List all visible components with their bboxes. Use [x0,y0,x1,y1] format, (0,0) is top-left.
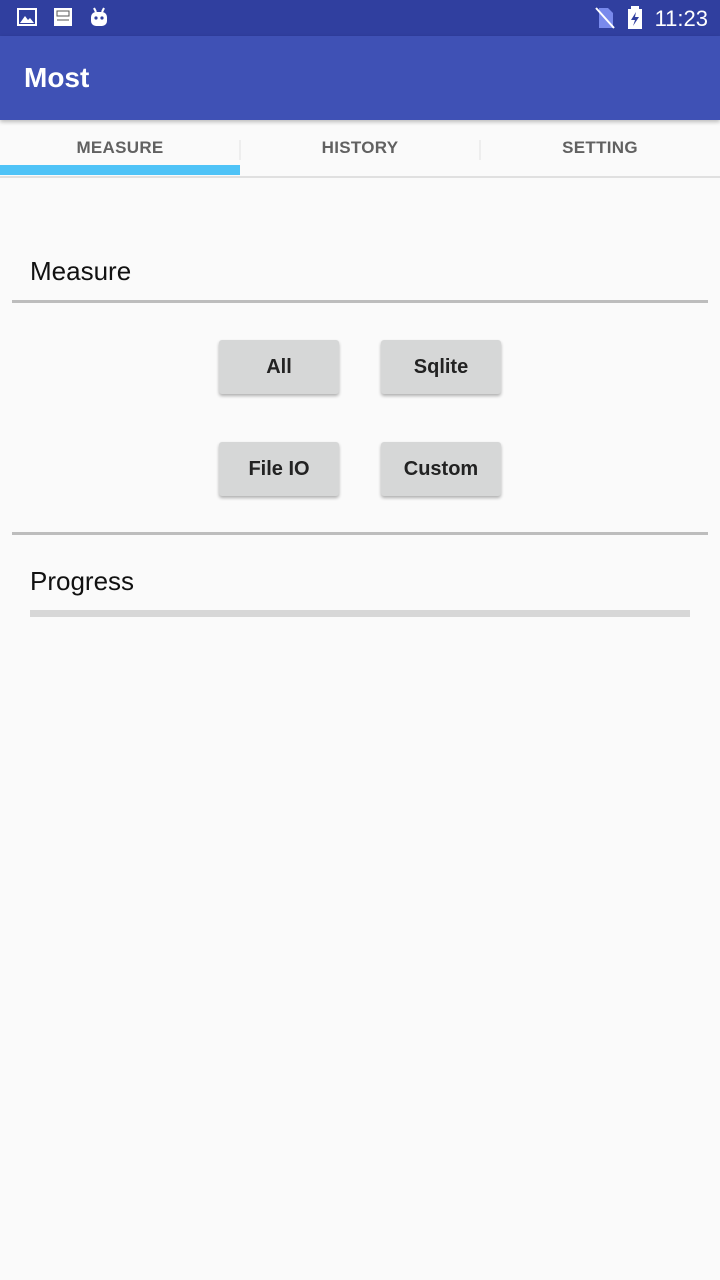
image-icon [16,6,38,33]
tab-indicator [0,165,240,175]
status-bar: 11:23 [0,0,720,36]
app-title: Most [24,62,90,93]
file-io-button[interactable]: File IO [219,442,339,496]
app-bar: Most [0,36,720,120]
custom-button[interactable]: Custom [381,442,501,496]
progress-title: Progress [30,566,135,596]
tab-label: SETTING [562,138,638,157]
progress-bar [30,610,690,617]
sqlite-button[interactable]: Sqlite [381,340,501,394]
android-icon [88,6,110,33]
no-sim-icon [594,6,616,35]
notification-app-icon [52,6,74,33]
tab-setting[interactable]: SETTING [480,120,720,176]
tab-label: MEASURE [76,138,164,157]
all-button[interactable]: All [219,340,339,394]
measure-title: Measure [30,256,132,286]
status-time: 11:23 [654,6,708,31]
tab-history[interactable]: HISTORY [240,120,480,176]
tab-label: HISTORY [321,138,399,157]
progress-divider [12,532,708,535]
battery-charging-icon [626,6,644,35]
measure-divider [12,300,708,303]
